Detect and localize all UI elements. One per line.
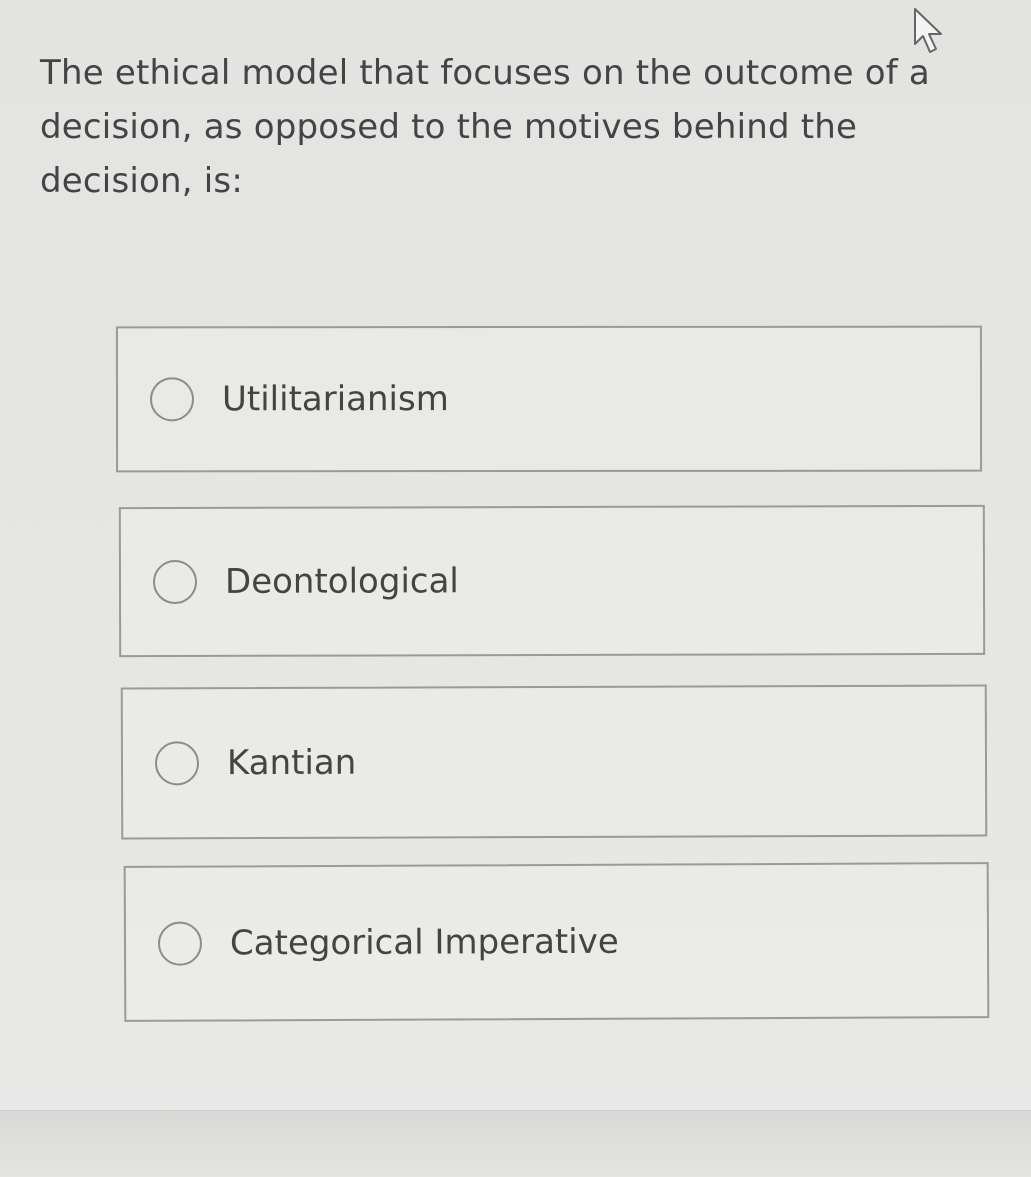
option-utilitarianism[interactable]: Utilitarianism (115, 325, 983, 473)
option-label: Deontological (224, 561, 459, 602)
option-categorical-imperative[interactable]: Categorical Imperative (123, 862, 990, 1022)
radio-button[interactable] (154, 741, 200, 786)
radio-button[interactable] (157, 921, 203, 966)
option-label: Kantian (226, 742, 357, 784)
option-kantian[interactable]: Kantian (120, 684, 988, 840)
option-deontological[interactable]: Deontological (118, 504, 986, 658)
option-label: Utilitarianism (221, 379, 449, 420)
arrow-pointer-icon (914, 8, 942, 53)
quiz-screen: The ethical model that focuses on the ou… (0, 0, 1031, 1177)
option-label: Categorical Imperative (229, 921, 619, 964)
radio-button[interactable] (149, 377, 195, 422)
bottom-edge (0, 1110, 1031, 1177)
radio-button[interactable] (152, 559, 198, 605)
answer-options: Utilitarianism Deontological Kantian Cat… (0, 0, 1031, 1176)
